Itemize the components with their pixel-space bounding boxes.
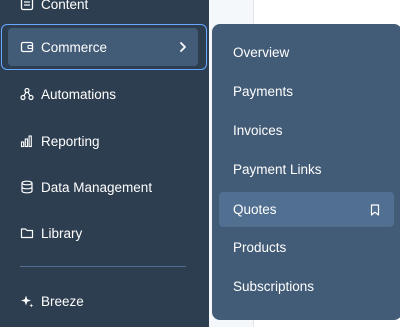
submenu-item-subscriptions[interactable]: Subscriptions (219, 269, 394, 304)
sidebar-item-label: Reporting (41, 133, 100, 149)
submenu-item-label: Invoices (233, 123, 283, 138)
chevron-right-icon (178, 41, 188, 53)
sidebar-item-breeze[interactable]: Breeze (8, 282, 198, 320)
content-icon (20, 0, 34, 11)
sidebar-divider (20, 266, 186, 267)
sidebar-item-reporting[interactable]: Reporting (8, 122, 198, 160)
database-icon (20, 180, 34, 194)
sidebar-nav: Content Commerce Automations Reporting D… (0, 0, 209, 327)
sidebar-item-commerce[interactable]: Commerce (8, 28, 198, 66)
submenu-item-payments[interactable]: Payments (219, 74, 394, 109)
submenu-item-label: Payments (233, 84, 294, 99)
automations-icon (20, 87, 34, 101)
commerce-submenu: Overview Payments Invoices Payment Links… (212, 24, 400, 320)
submenu-item-invoices[interactable]: Invoices (219, 113, 394, 148)
sidebar-item-library[interactable]: Library (8, 214, 198, 252)
sidebar-item-label: Commerce (41, 39, 108, 55)
submenu-item-overview[interactable]: Overview (219, 35, 394, 70)
sidebar-item-label: Library (41, 225, 83, 241)
submenu-item-quotes[interactable]: Quotes (219, 192, 394, 227)
sidebar-item-automations[interactable]: Automations (8, 75, 198, 113)
submenu-item-products[interactable]: Products (219, 230, 394, 265)
submenu-item-label: Overview (233, 45, 290, 60)
commerce-icon (20, 40, 34, 54)
sidebar-item-label: Data Management (41, 179, 153, 195)
submenu-item-label: Quotes (233, 202, 277, 217)
sidebar-item-data-management[interactable]: Data Management (8, 168, 198, 206)
sidebar-item-content[interactable]: Content (8, 0, 198, 23)
bookmark-icon[interactable] (370, 203, 380, 216)
submenu-item-label: Payment Links (233, 162, 322, 177)
folder-icon (20, 226, 34, 240)
submenu-item-label: Subscriptions (233, 279, 315, 294)
submenu-item-label: Products (233, 240, 287, 255)
submenu-item-payment-links[interactable]: Payment Links (219, 152, 394, 187)
sidebar-item-label: Breeze (41, 293, 84, 309)
sparkle-icon (20, 294, 34, 308)
reporting-icon (20, 134, 34, 148)
sidebar-item-label: Content (41, 0, 89, 12)
sidebar-item-label: Automations (41, 86, 117, 102)
